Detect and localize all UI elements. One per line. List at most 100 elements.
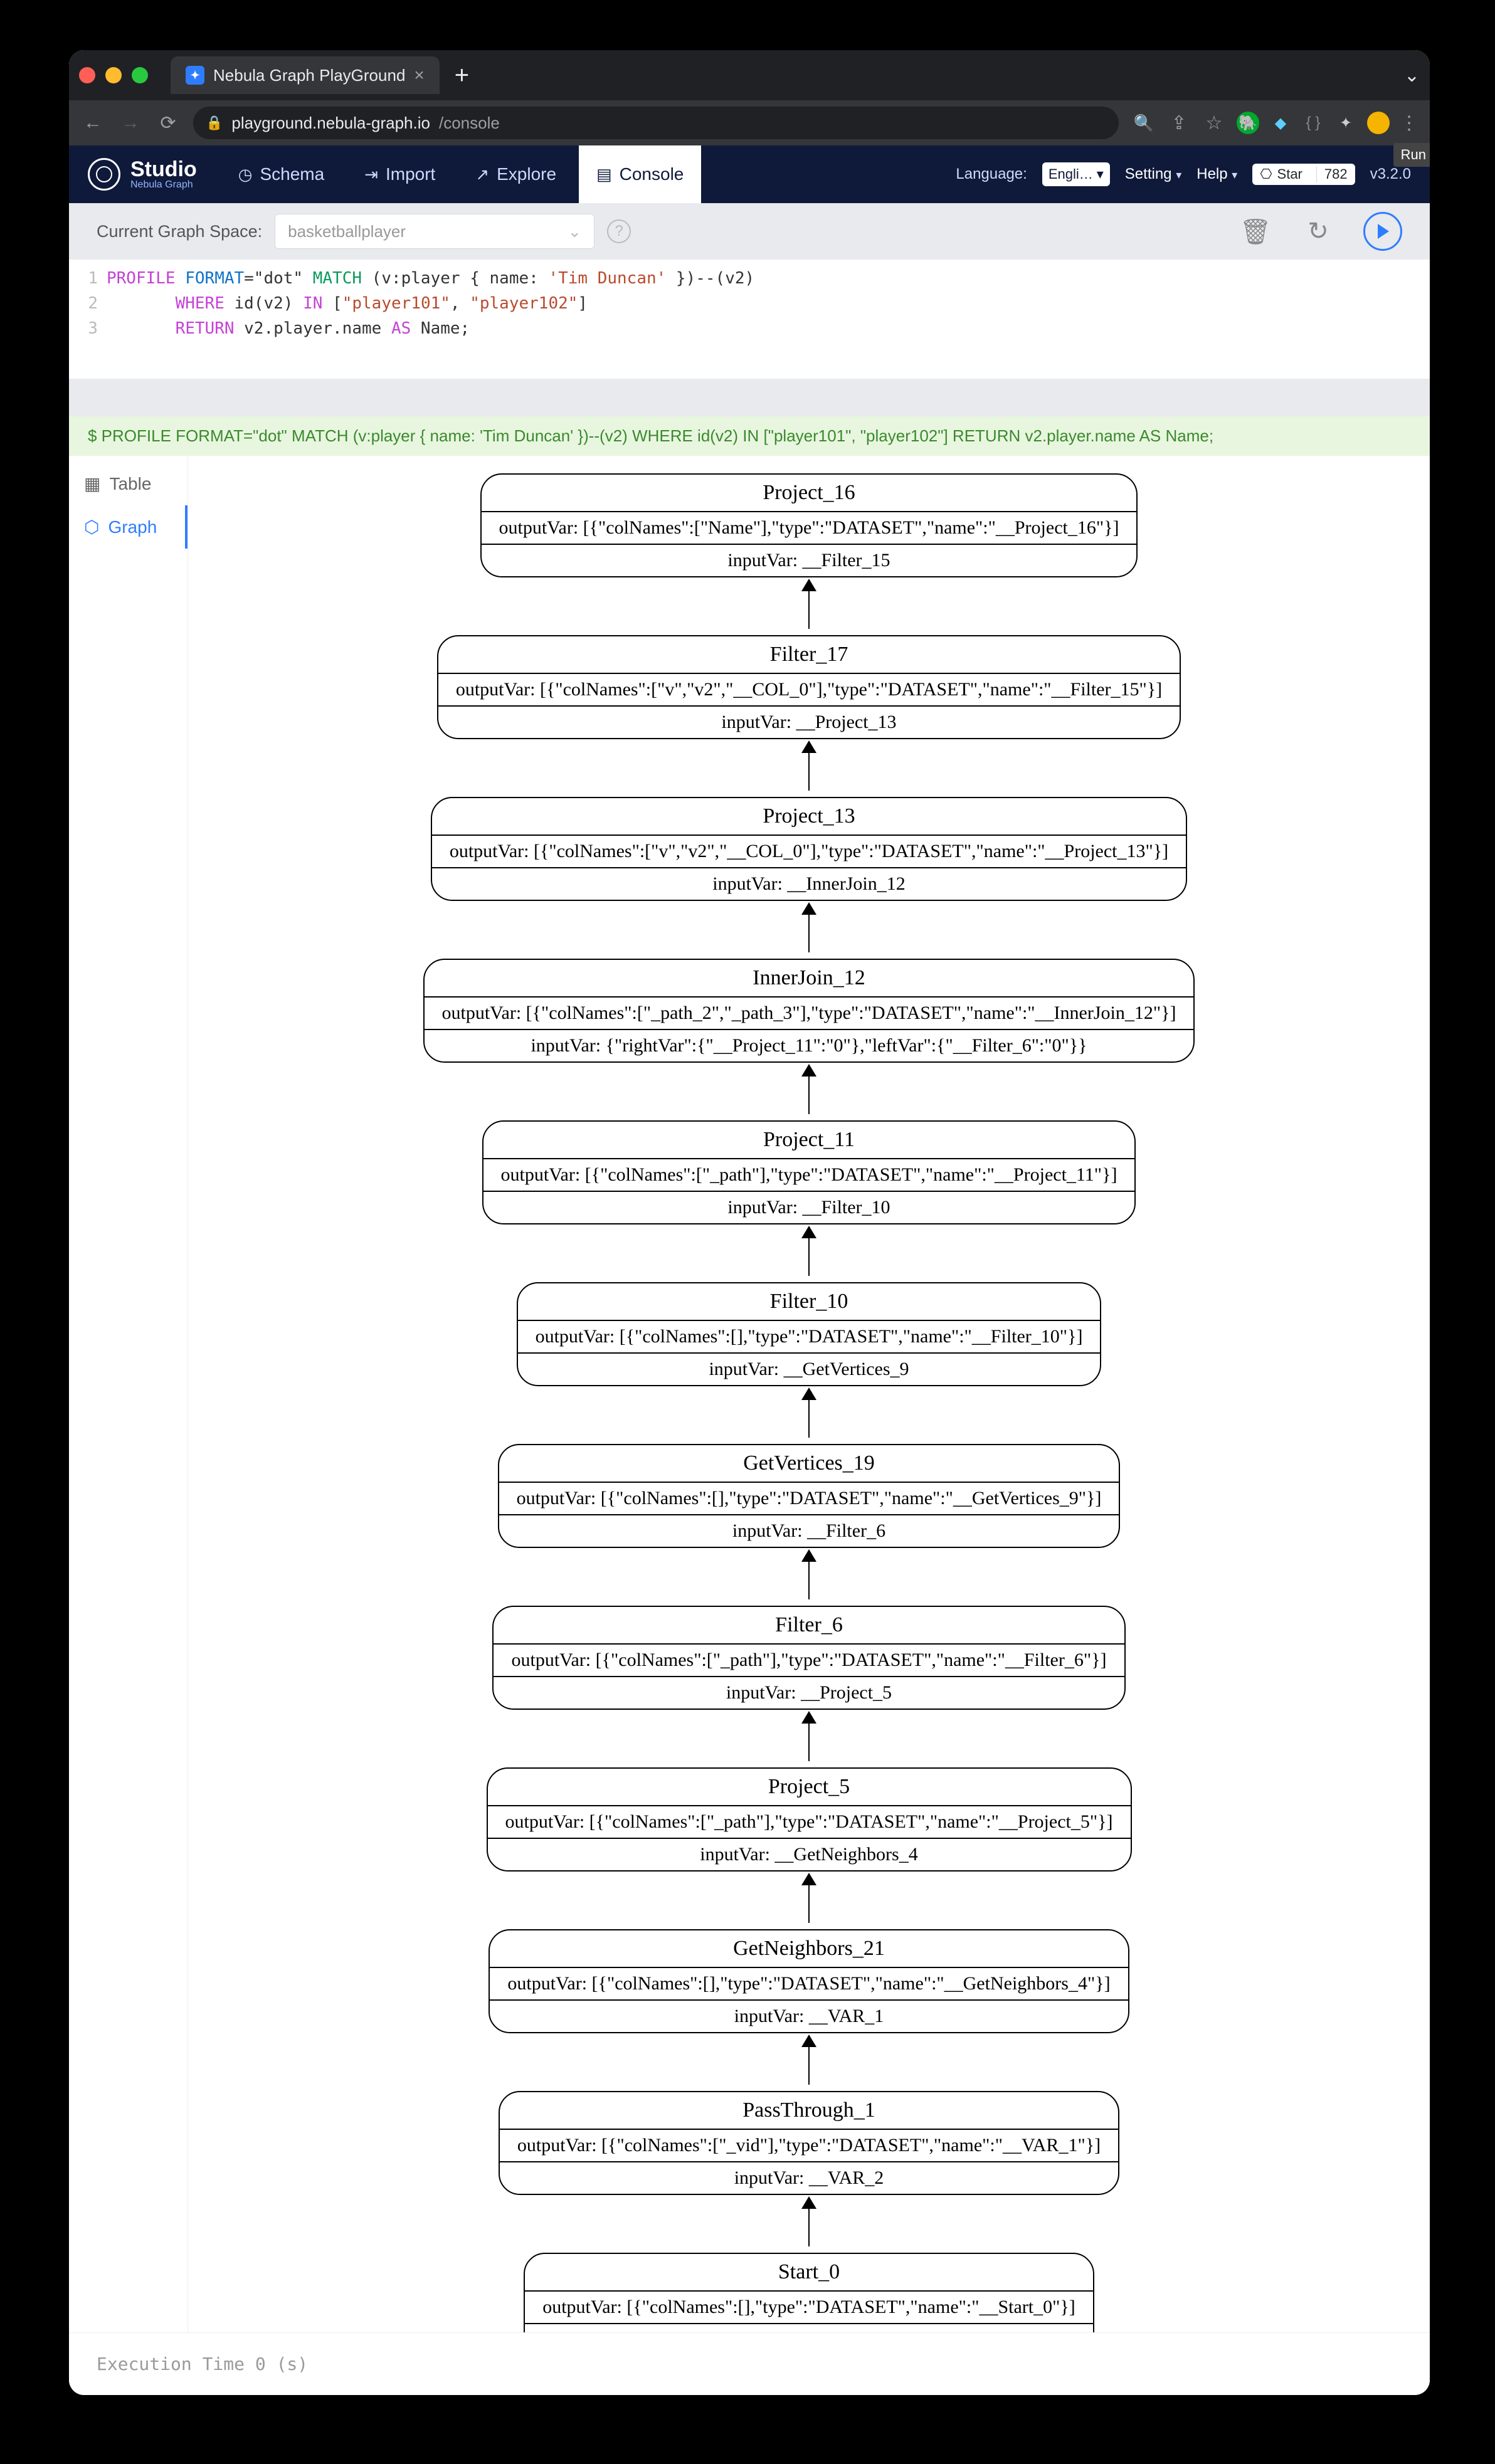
url-domain: playground.nebula-graph.io — [231, 113, 430, 133]
brand-subtitle: Nebula Graph — [130, 180, 197, 190]
plan-arrow-icon — [808, 2199, 810, 2246]
space-label: Current Graph Space: — [97, 222, 262, 241]
titlebar: ✦ Nebula Graph PlayGround × + ⌄ — [69, 50, 1430, 100]
graph-icon: ⬡ — [84, 517, 99, 537]
plan-node[interactable]: GetNeighbors_21outputVar: [{"colNames":[… — [489, 1929, 1129, 2033]
language-dropdown[interactable]: Engli…▾ — [1042, 162, 1110, 186]
plan-arrow-icon — [808, 1714, 810, 1761]
plan-node-inputvar: inputVar: __Filter_10 — [483, 1191, 1135, 1223]
plan-node-title: Project_13 — [432, 798, 1186, 834]
execution-time: Execution Time 0 (s) — [97, 2354, 308, 2374]
space-bar: Current Graph Space: basketballplayer ⌄ … — [69, 203, 1430, 260]
plan-node-outputvar: outputVar: [{"colNames":["_path"],"type"… — [483, 1158, 1135, 1191]
lock-icon: 🔒 — [206, 115, 223, 131]
graph-pane[interactable]: Project_16outputVar: [{"colNames":["Name… — [188, 456, 1430, 2382]
plan-node-outputvar: outputVar: [{"colNames":[],"type":"DATAS… — [490, 1967, 1128, 1999]
plan-arrow-icon — [808, 2037, 810, 2085]
profile-avatar-icon[interactable] — [1367, 112, 1390, 134]
plan-arrow-icon — [808, 1066, 810, 1114]
nav-forward-icon[interactable]: → — [118, 110, 143, 135]
github-star-count: 782 — [1316, 166, 1355, 182]
star-icon[interactable]: ☆ — [1202, 110, 1227, 135]
app-window: ✦ Nebula Graph PlayGround × + ⌄ ← → ⟳ 🔒 … — [69, 50, 1430, 2395]
run-button[interactable] — [1363, 212, 1402, 251]
explore-icon: ↗ — [475, 165, 489, 184]
editor-code[interactable]: PROFILE FORMAT="dot" MATCH (v:player { n… — [107, 266, 1430, 341]
plan-node[interactable]: Project_11outputVar: [{"colNames":["_pat… — [482, 1120, 1136, 1224]
plan-node[interactable]: PassThrough_1outputVar: [{"colNames":["_… — [499, 2091, 1119, 2195]
plan-node-title: Filter_6 — [494, 1607, 1124, 1643]
plan-node-outputvar: outputVar: [{"colNames":["Name"],"type":… — [482, 511, 1137, 544]
plan-node-title: Start_0 — [525, 2254, 1093, 2290]
tab-overflow-icon[interactable]: ⌄ — [1404, 65, 1420, 87]
github-star-button[interactable]: ⎔Star 782 — [1252, 164, 1355, 185]
plan-node[interactable]: Project_13outputVar: [{"colNames":["v","… — [431, 797, 1187, 901]
help-dropdown[interactable]: Help ▾ — [1197, 166, 1237, 183]
clear-icon[interactable]: 🗑 — [1238, 214, 1273, 249]
plan-node-title: InnerJoin_12 — [425, 960, 1194, 996]
plan-node-inputvar: inputVar: __Filter_6 — [499, 1514, 1119, 1547]
plan-node[interactable]: Filter_10outputVar: [{"colNames":[],"typ… — [517, 1282, 1102, 1386]
plan-node[interactable]: Project_16outputVar: [{"colNames":["Name… — [480, 473, 1138, 577]
chevron-down-icon: ▾ — [1232, 169, 1237, 181]
plan-node[interactable]: Project_5outputVar: [{"colNames":["_path… — [487, 1767, 1132, 1872]
status-footer: Execution Time 0 (s) — [69, 2332, 1430, 2395]
plan-node[interactable]: Filter_6outputVar: [{"colNames":["_path"… — [492, 1606, 1125, 1710]
history-icon[interactable]: ↻ — [1301, 214, 1336, 249]
plan-node-outputvar: outputVar: [{"colNames":["_path"],"type"… — [494, 1643, 1124, 1676]
nav-explore[interactable]: ↗Explore — [458, 145, 574, 203]
plan-node-title: GetNeighbors_21 — [490, 1930, 1128, 1967]
tab-close-icon[interactable]: × — [414, 65, 424, 85]
plan-node-inputvar: inputVar: __InnerJoin_12 — [432, 867, 1186, 900]
plan-node[interactable]: Filter_17outputVar: [{"colNames":["v","v… — [437, 635, 1181, 739]
search-icon[interactable]: 🔍 — [1131, 110, 1156, 135]
share-icon[interactable]: ⇪ — [1166, 110, 1191, 135]
plan-node-inputvar: inputVar: __Project_13 — [438, 705, 1180, 738]
devtools-extension-icon[interactable]: { } — [1302, 112, 1324, 134]
address-field[interactable]: 🔒 playground.nebula-graph.io/console — [193, 107, 1119, 139]
editor-gutter: 1 2 3 — [69, 266, 107, 341]
nav-console[interactable]: ▤Console — [579, 145, 701, 203]
tab-title: Nebula Graph PlayGround — [213, 66, 405, 85]
plan-node-inputvar: inputVar: __VAR_2 — [500, 2161, 1118, 2194]
evernote-extension-icon[interactable]: 🐘 — [1237, 112, 1259, 134]
table-icon: ▦ — [84, 473, 100, 494]
tab-table[interactable]: ▦ Table — [69, 462, 188, 505]
url-path: /console — [439, 113, 500, 133]
extensions-icon[interactable]: ✦ — [1334, 112, 1357, 134]
nav-schema[interactable]: ◷Schema — [221, 145, 342, 203]
result-side-tabs: ▦ Table ⬡ Graph — [69, 456, 188, 2382]
tab-graph[interactable]: ⬡ Graph — [69, 505, 188, 549]
plan-node-title: Project_5 — [488, 1769, 1131, 1805]
schema-icon: ◷ — [238, 165, 253, 184]
window-close-icon[interactable] — [79, 67, 95, 83]
plan-node-outputvar: outputVar: [{"colNames":[],"type":"DATAS… — [518, 1320, 1101, 1352]
query-echo: $ PROFILE FORMAT="dot" MATCH (v:player {… — [69, 416, 1430, 456]
url-bar: ← → ⟳ 🔒 playground.nebula-graph.io/conso… — [69, 100, 1430, 145]
plan-node-inputvar: inputVar: __GetVertices_9 — [518, 1352, 1101, 1385]
nav-back-icon[interactable]: ← — [80, 110, 105, 135]
space-select[interactable]: basketballplayer ⌄ — [275, 214, 594, 249]
plan-arrow-icon — [808, 1390, 810, 1438]
new-tab-button[interactable]: + — [455, 61, 469, 90]
brand[interactable]: Studio Nebula Graph — [88, 158, 197, 191]
nebula-favicon-icon: ✦ — [186, 66, 204, 85]
plan-node[interactable]: GetVertices_19outputVar: [{"colNames":[]… — [498, 1444, 1121, 1548]
plan-arrow-icon — [808, 905, 810, 952]
plan-node-outputvar: outputVar: [{"colNames":["v","v2","__COL… — [438, 673, 1180, 705]
nav-reload-icon[interactable]: ⟳ — [156, 110, 181, 135]
help-icon[interactable]: ? — [607, 219, 631, 243]
setting-dropdown[interactable]: Setting ▾ — [1125, 166, 1181, 183]
plan-arrow-icon — [808, 1552, 810, 1599]
studio-header: Studio Nebula Graph ◷Schema ⇥Import ↗Exp… — [69, 145, 1430, 203]
kebab-menu-icon[interactable]: ⋮ — [1400, 112, 1418, 134]
code-editor[interactable]: 1 2 3 PROFILE FORMAT="dot" MATCH (v:play… — [69, 260, 1430, 379]
window-maximize-icon[interactable] — [132, 67, 148, 83]
language-label: Language: — [956, 166, 1027, 183]
toolbar-icons: 🔍 ⇪ ☆ 🐘 ◆ { } ✦ ⋮ — [1131, 110, 1418, 135]
plan-node[interactable]: InnerJoin_12outputVar: [{"colNames":["_p… — [423, 959, 1195, 1063]
nav-import[interactable]: ⇥Import — [347, 145, 453, 203]
browser-tab[interactable]: ✦ Nebula Graph PlayGround × — [171, 56, 440, 94]
diamond-extension-icon[interactable]: ◆ — [1269, 112, 1292, 134]
window-minimize-icon[interactable] — [105, 67, 122, 83]
